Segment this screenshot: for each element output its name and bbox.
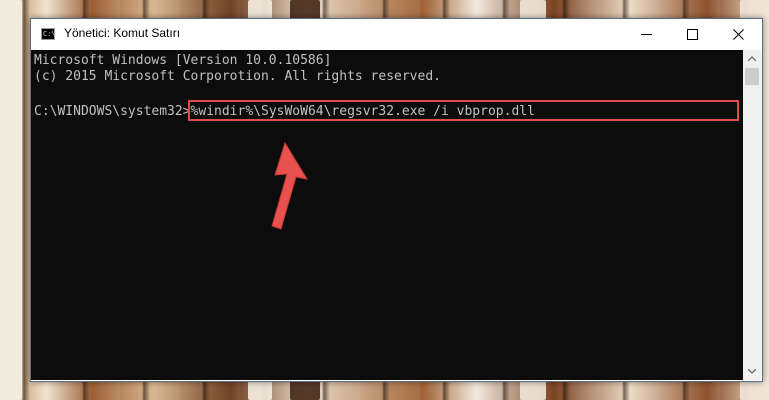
title-bar[interactable]: C:\ Yönetici: Komut Satırı: [31, 19, 762, 50]
command-highlight-box: [188, 100, 739, 121]
window-title: Yönetici: Komut Satırı: [64, 26, 181, 40]
command-prompt-window[interactable]: C:\ Yönetici: Komut Satırı Microsoft Win…: [30, 18, 763, 382]
chevron-down-icon: [748, 369, 756, 374]
console-line-copyright: (c) 2015 Microsoft Corporotion. All righ…: [34, 69, 441, 84]
maximize-button[interactable]: [670, 19, 716, 50]
scroll-up-button[interactable]: [743, 50, 761, 67]
scroll-down-button[interactable]: [743, 363, 761, 380]
minimize-icon: [641, 34, 652, 35]
console-line-version: Microsoft Windows [Version 10.0.10586]: [34, 53, 332, 68]
scrollbar-thumb[interactable]: [745, 68, 759, 85]
console-prompt: C:\WINDOWS\system32>: [34, 104, 191, 119]
vertical-scrollbar[interactable]: [743, 50, 761, 380]
background-tree: [0, 0, 22, 400]
close-button[interactable]: [716, 19, 762, 50]
chevron-up-icon: [748, 56, 756, 61]
red-arrow-icon: [271, 141, 309, 230]
minimize-button[interactable]: [624, 19, 670, 50]
close-icon: [733, 29, 744, 40]
maximize-icon: [687, 29, 698, 40]
cmd-icon: C:\: [41, 28, 56, 40]
